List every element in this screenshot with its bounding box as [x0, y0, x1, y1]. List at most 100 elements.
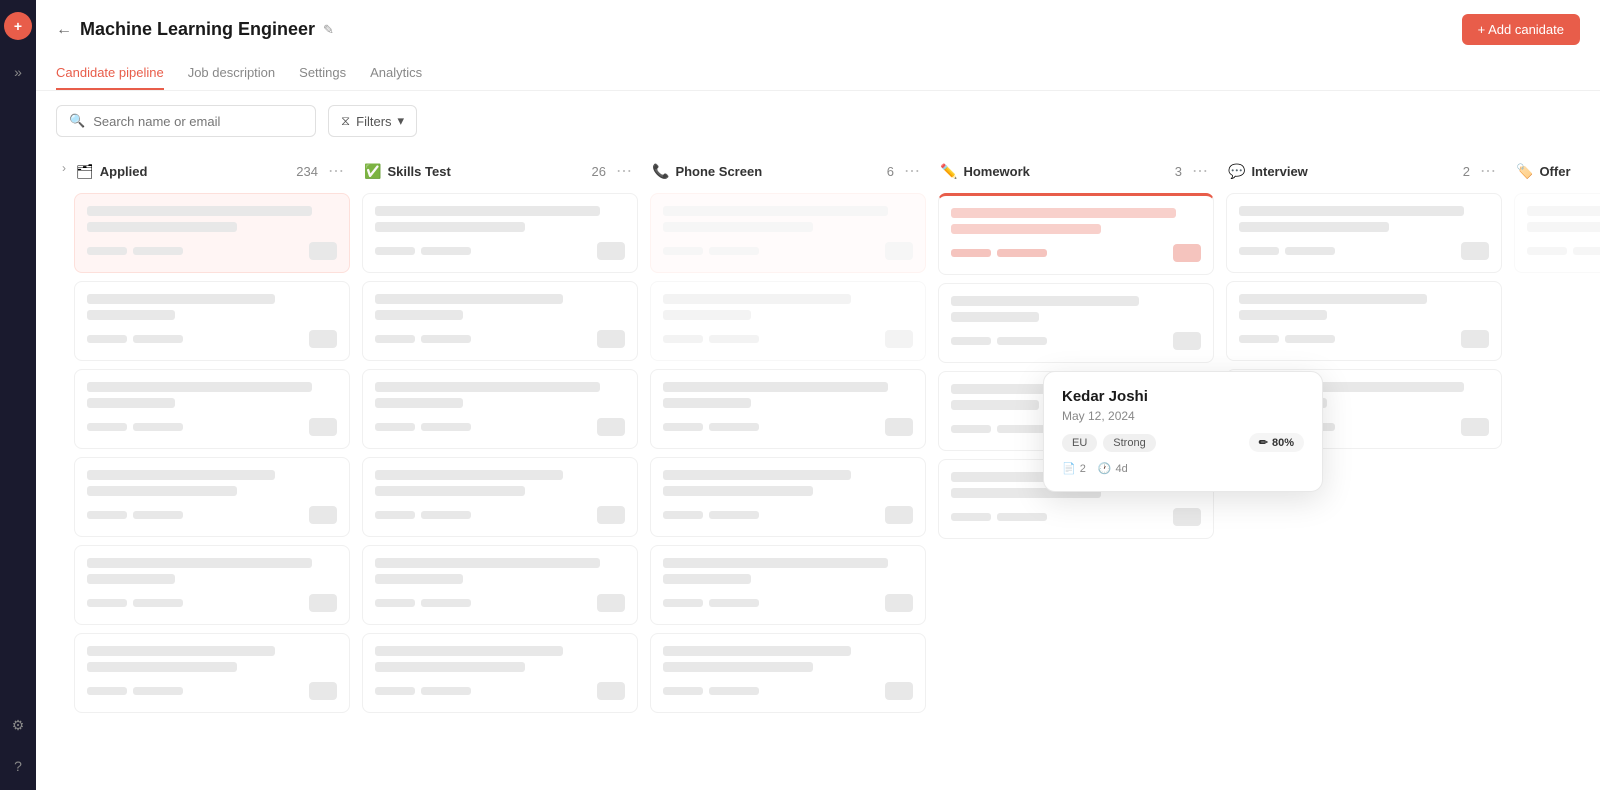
column-header-skills-test: ✅ Skills Test 26 ⋯: [360, 151, 640, 191]
table-row[interactable]: [1226, 193, 1502, 273]
popup-meta-time: 🕐 4d: [1098, 462, 1128, 475]
table-row[interactable]: [362, 545, 638, 625]
tab-candidate-pipeline[interactable]: Candidate pipeline: [56, 57, 164, 90]
table-row[interactable]: [74, 633, 350, 713]
column-toggle-button[interactable]: ›: [56, 159, 72, 177]
table-row[interactable]: [362, 633, 638, 713]
column-offer: 🏷️ Offer ⋯: [1512, 151, 1600, 770]
popup-score: ✏ 80%: [1249, 433, 1304, 452]
tab-job-description[interactable]: Job description: [188, 57, 275, 90]
popup-info-row: EU Strong ✏ 80%: [1062, 433, 1304, 452]
filter-label: Filters: [356, 114, 391, 129]
edit-icon[interactable]: ✎: [323, 22, 334, 38]
skills-test-title: Skills Test: [387, 164, 585, 179]
main-content: ← Machine Learning Engineer ✎ + Add cani…: [36, 0, 1600, 790]
table-row[interactable]: [74, 281, 350, 361]
search-icon: 🔍: [69, 113, 85, 129]
applied-menu-icon[interactable]: ⋯: [324, 159, 348, 183]
table-row[interactable]: [362, 193, 638, 273]
offer-title: Offer: [1539, 164, 1600, 179]
table-row[interactable]: [938, 283, 1214, 363]
sidebar-help-icon[interactable]: ?: [10, 754, 26, 778]
offer-icon: 🏷️: [1516, 163, 1533, 180]
homework-count: 3: [1175, 164, 1182, 179]
skills-test-cards: [360, 191, 640, 770]
sidebar-logo[interactable]: +: [4, 12, 32, 40]
tabs: Candidate pipeline Job description Setti…: [56, 57, 1580, 90]
table-row[interactable]: [362, 281, 638, 361]
table-row[interactable]: [1514, 193, 1600, 273]
column-applied: 🗂 Applied 234 ⋯: [72, 151, 352, 770]
interview-count: 2: [1463, 164, 1470, 179]
skills-test-icon: ✅: [364, 163, 381, 180]
homework-icon: ✏️: [940, 163, 957, 180]
skills-test-menu-icon[interactable]: ⋯: [612, 159, 636, 183]
candidate-popup-card[interactable]: Kedar Joshi May 12, 2024 EU Strong ✏ 80%…: [1043, 371, 1323, 492]
column-header-phone-screen: 📞 Phone Screen 6 ⋯: [648, 151, 928, 191]
add-candidate-button[interactable]: + Add canidate: [1462, 14, 1580, 45]
popup-candidate-name: Kedar Joshi: [1062, 388, 1304, 405]
phone-screen-icon: 📞: [652, 163, 669, 180]
table-row[interactable]: [650, 193, 926, 273]
tab-analytics[interactable]: Analytics: [370, 57, 422, 90]
table-row[interactable]: [74, 457, 350, 537]
table-row[interactable]: [650, 545, 926, 625]
table-row[interactable]: [650, 457, 926, 537]
column-header-offer: 🏷️ Offer ⋯: [1512, 151, 1600, 191]
offer-cards: [1512, 191, 1600, 770]
page-title: Machine Learning Engineer: [80, 19, 315, 40]
applied-count: 234: [296, 164, 318, 179]
kanban-board: › 🗂 Applied 234 ⋯: [36, 151, 1600, 790]
phone-screen-title: Phone Screen: [675, 164, 880, 179]
popup-tags: EU Strong: [1062, 434, 1156, 452]
column-header-interview: 💬 Interview 2 ⋯: [1224, 151, 1504, 191]
docs-icon: 📄: [1062, 462, 1076, 475]
homework-title: Homework: [963, 164, 1168, 179]
time-value: 4d: [1116, 463, 1128, 475]
phone-screen-count: 6: [887, 164, 894, 179]
docs-count: 2: [1080, 463, 1086, 475]
skills-test-count: 26: [592, 164, 606, 179]
sidebar: + » ⚙ ?: [0, 0, 36, 790]
filter-button[interactable]: ⧖ Filters ▾: [328, 105, 417, 137]
table-row[interactable]: [74, 369, 350, 449]
search-box[interactable]: 🔍: [56, 105, 316, 137]
phone-screen-menu-icon[interactable]: ⋯: [900, 159, 924, 183]
header-top: ← Machine Learning Engineer ✎ + Add cani…: [56, 14, 1580, 45]
time-icon: 🕐: [1098, 462, 1112, 475]
table-row[interactable]: [1226, 281, 1502, 361]
table-row[interactable]: [74, 545, 350, 625]
homework-menu-icon[interactable]: ⋯: [1188, 159, 1212, 183]
filter-chevron-icon: ▾: [398, 113, 405, 129]
table-row[interactable]: [74, 193, 350, 273]
interview-title: Interview: [1251, 164, 1456, 179]
phone-screen-cards: [648, 191, 928, 770]
sidebar-settings-icon[interactable]: ⚙: [8, 713, 29, 738]
table-row[interactable]: [650, 369, 926, 449]
column-skills-test: ✅ Skills Test 26 ⋯: [360, 151, 640, 770]
popup-tag-eu: EU: [1062, 434, 1097, 452]
applied-cards: [72, 191, 352, 770]
toolbar: 🔍 ⧖ Filters ▾: [36, 91, 1600, 151]
header: ← Machine Learning Engineer ✎ + Add cani…: [36, 0, 1600, 91]
tab-settings[interactable]: Settings: [299, 57, 346, 90]
column-header-homework: ✏️ Homework 3 ⋯: [936, 151, 1216, 191]
popup-meta: 📄 2 🕐 4d: [1062, 462, 1304, 475]
applied-title: Applied: [100, 164, 291, 179]
table-row[interactable]: [362, 457, 638, 537]
search-input[interactable]: [93, 114, 303, 129]
column-header-applied: 🗂 Applied 234 ⋯: [72, 151, 352, 191]
table-row[interactable]: [938, 193, 1214, 275]
score-value: 80%: [1272, 437, 1294, 449]
back-button[interactable]: ←: [56, 21, 72, 39]
table-row[interactable]: [362, 369, 638, 449]
sidebar-expand-icon[interactable]: »: [10, 60, 26, 84]
interview-icon: 💬: [1228, 163, 1245, 180]
score-icon: ✏: [1259, 436, 1268, 449]
interview-menu-icon[interactable]: ⋯: [1476, 159, 1500, 183]
popup-meta-docs: 📄 2: [1062, 462, 1086, 475]
column-phone-screen: 📞 Phone Screen 6 ⋯: [648, 151, 928, 770]
table-row[interactable]: [650, 633, 926, 713]
table-row[interactable]: [650, 281, 926, 361]
popup-date: May 12, 2024: [1062, 409, 1304, 423]
